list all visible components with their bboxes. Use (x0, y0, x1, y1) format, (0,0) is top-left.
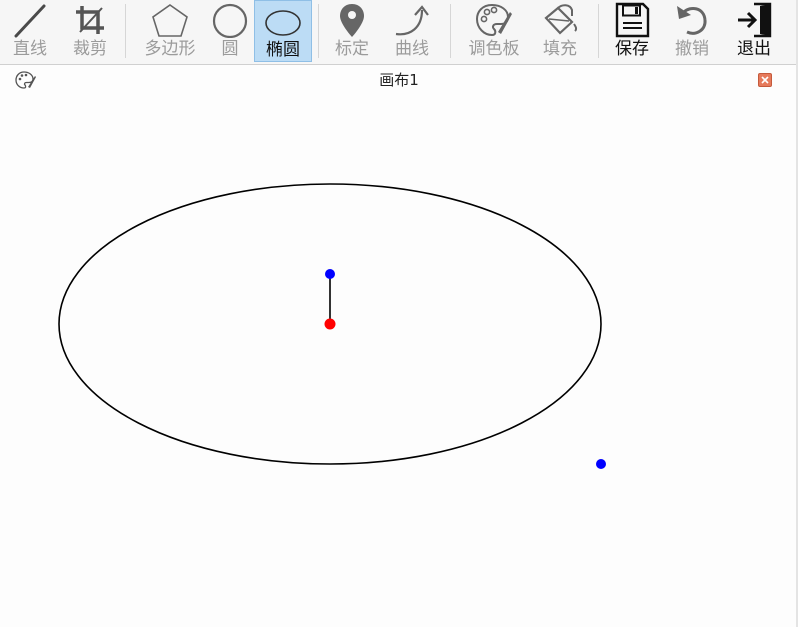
exit-door-icon (738, 2, 772, 38)
exit-button[interactable]: 退出 (728, 0, 780, 62)
polygon-tool-label: 多边形 (144, 39, 196, 59)
line-icon (14, 4, 46, 38)
corner-control-handle[interactable] (596, 459, 606, 469)
canvas-titlebar: 画布1 (0, 65, 798, 95)
save-label: 保存 (615, 39, 649, 59)
radius-control-handle[interactable] (325, 269, 335, 279)
save-button[interactable]: 保存 (606, 0, 658, 62)
paint-bucket-icon (544, 4, 578, 35)
palette-tool-label: 调色板 (468, 39, 520, 59)
circle-tool-button[interactable]: 圆 (206, 0, 254, 62)
paint-app-window: 直线 裁剪 多边形 圆 椭圆 标定 曲线 调色板 填充 保存 撤销 退出 画布1 (0, 0, 798, 627)
drawing-canvas[interactable] (0, 95, 798, 627)
curved-arrow-icon (395, 5, 429, 36)
palette-tool-button[interactable]: 调色板 (460, 0, 528, 62)
fill-tool-button[interactable]: 填充 (534, 0, 586, 62)
curve-tool-label: 曲线 (395, 39, 429, 59)
exit-label: 退出 (737, 39, 771, 59)
undo-button[interactable]: 撤销 (666, 0, 718, 62)
ellipse-tool-button[interactable]: 椭圆 (254, 0, 312, 62)
center-handle[interactable] (324, 318, 336, 330)
circle-icon (212, 3, 248, 38)
crop-tool-label: 裁剪 (73, 39, 107, 59)
ellipse-icon (265, 10, 301, 36)
circle-tool-label: 圆 (221, 39, 239, 59)
toolbar: 直线 裁剪 多边形 圆 椭圆 标定 曲线 调色板 填充 保存 撤销 退出 (0, 0, 798, 65)
polygon-tool-button[interactable]: 多边形 (136, 0, 204, 62)
toolbar-separator (125, 4, 126, 58)
toolbar-separator (598, 4, 599, 58)
map-pin-icon (340, 4, 364, 37)
crop-icon (76, 6, 104, 34)
floppy-disk-icon (615, 2, 650, 38)
mark-tool-label: 标定 (335, 39, 369, 59)
line-tool-label: 直线 (13, 39, 47, 59)
crop-tool-button[interactable]: 裁剪 (64, 0, 116, 62)
close-icon (761, 76, 769, 84)
palette-icon (475, 3, 512, 37)
pentagon-icon (152, 4, 188, 37)
undo-icon (677, 6, 707, 35)
ellipse-tool-label: 椭圆 (266, 40, 300, 60)
fill-tool-label: 填充 (543, 39, 577, 59)
toolbar-separator (450, 4, 451, 58)
curve-tool-button[interactable]: 曲线 (386, 0, 438, 62)
toolbar-separator (318, 4, 319, 58)
close-canvas-button[interactable] (758, 73, 772, 87)
undo-label: 撤销 (675, 39, 709, 59)
mark-tool-button[interactable]: 标定 (326, 0, 378, 62)
line-tool-button[interactable]: 直线 (4, 0, 56, 62)
canvas-title: 画布1 (379, 71, 419, 89)
